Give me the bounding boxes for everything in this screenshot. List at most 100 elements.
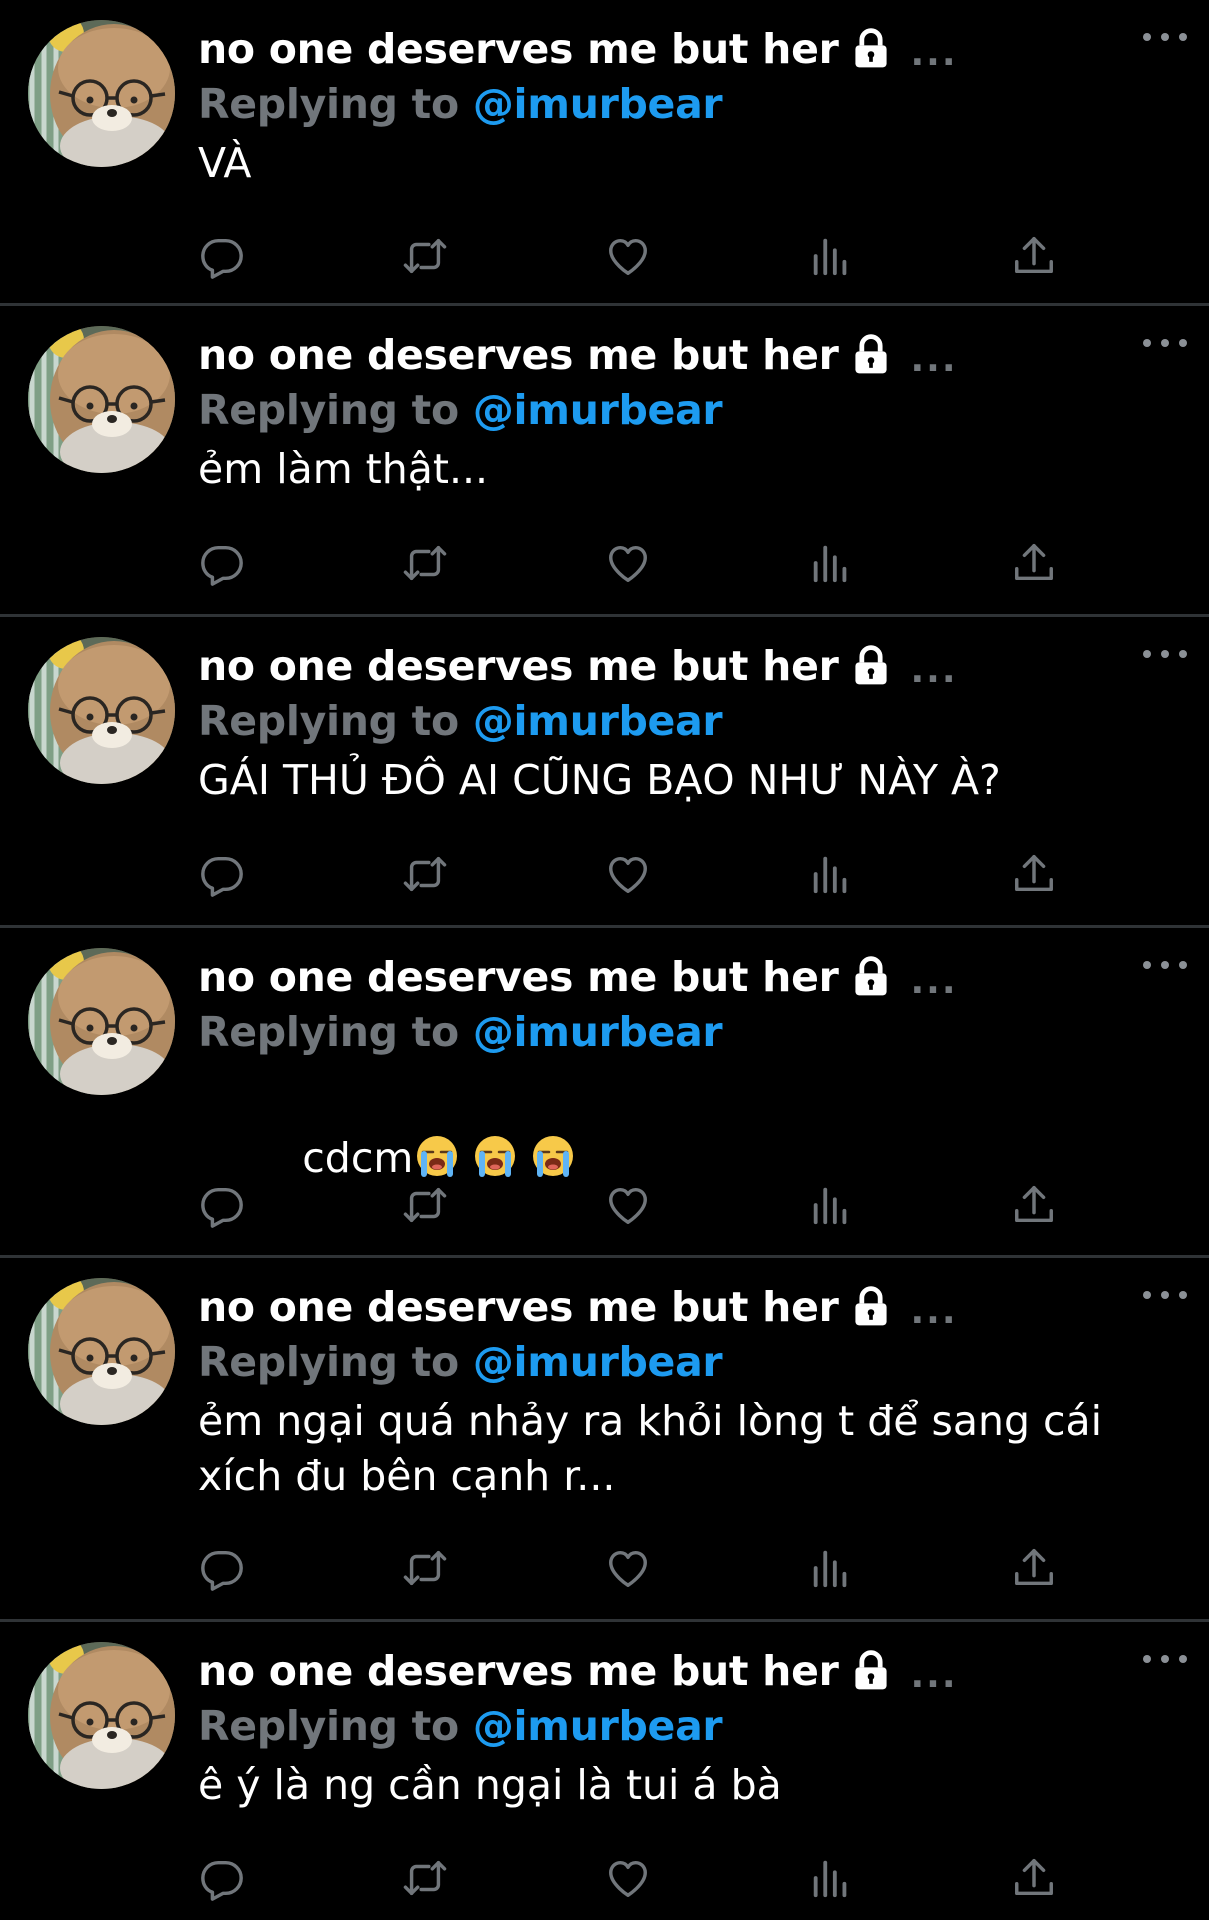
retweet-icon xyxy=(402,1545,448,1591)
tweet[interactable]: no one deserves me but her ... Replying … xyxy=(0,614,1209,925)
display-name[interactable]: no one deserves me but her xyxy=(198,25,839,73)
heart-icon xyxy=(605,1545,651,1591)
share-icon xyxy=(1011,851,1057,897)
loudly-crying-face-icon xyxy=(473,1134,517,1178)
tweet[interactable]: no one deserves me but her ... Replying … xyxy=(0,0,1209,303)
reply-button[interactable] xyxy=(198,850,246,898)
views-button[interactable] xyxy=(807,850,855,898)
tweet[interactable]: no one deserves me but her ... Replying … xyxy=(0,303,1209,614)
avatar[interactable] xyxy=(28,637,175,784)
retweet-button[interactable] xyxy=(401,1544,449,1592)
reply-icon xyxy=(199,233,245,279)
display-name[interactable]: no one deserves me but her xyxy=(198,1647,839,1695)
views-icon xyxy=(808,1182,854,1228)
reply-prefix: Replying to xyxy=(198,1008,459,1056)
like-button[interactable] xyxy=(604,1854,652,1902)
heart-icon xyxy=(605,1855,651,1901)
tweet-header: no one deserves me but her ... xyxy=(198,20,1179,78)
reply-handle-link[interactable]: @imurbear xyxy=(473,697,723,745)
views-button[interactable] xyxy=(807,539,855,587)
tweet-content: no one deserves me but her ... Replying … xyxy=(198,326,1179,497)
like-button[interactable] xyxy=(604,232,652,280)
tweet-actions xyxy=(198,1544,1058,1592)
reply-button[interactable] xyxy=(198,539,246,587)
views-icon xyxy=(808,1855,854,1901)
replying-to: Replying to @imurbear xyxy=(198,1336,1179,1388)
reply-handle-link[interactable]: @imurbear xyxy=(473,1008,723,1056)
retweet-button[interactable] xyxy=(401,850,449,898)
retweet-icon xyxy=(402,1855,448,1901)
lock-icon xyxy=(849,644,893,688)
retweet-icon xyxy=(402,540,448,586)
tweet[interactable]: no one deserves me but her ... Replying … xyxy=(0,1619,1209,1919)
replying-to: Replying to @imurbear xyxy=(198,1006,1179,1058)
display-name[interactable]: no one deserves me but her xyxy=(198,1283,839,1331)
share-button[interactable] xyxy=(1010,1181,1058,1229)
tweet-content: no one deserves me but her ... Replying … xyxy=(198,1642,1179,1813)
handle-ellipsis: ... xyxy=(910,960,958,1002)
reply-prefix: Replying to xyxy=(198,697,459,745)
share-button[interactable] xyxy=(1010,1854,1058,1902)
avatar[interactable] xyxy=(28,326,175,473)
share-button[interactable] xyxy=(1010,850,1058,898)
views-button[interactable] xyxy=(807,1544,855,1592)
avatar[interactable] xyxy=(28,1642,175,1789)
more-icon[interactable] xyxy=(1143,1648,1187,1670)
like-button[interactable] xyxy=(604,539,652,587)
share-icon xyxy=(1011,1182,1057,1228)
reply-button[interactable] xyxy=(198,1544,246,1592)
tweet-header: no one deserves me but her ... xyxy=(198,1642,1179,1700)
reply-handle-link[interactable]: @imurbear xyxy=(473,1702,723,1750)
views-button[interactable] xyxy=(807,232,855,280)
reply-icon xyxy=(199,540,245,586)
tweet-header: no one deserves me but her ... xyxy=(198,326,1179,384)
like-button[interactable] xyxy=(604,1181,652,1229)
views-icon xyxy=(808,540,854,586)
replying-to: Replying to @imurbear xyxy=(198,78,1179,130)
reply-button[interactable] xyxy=(198,232,246,280)
avatar[interactable] xyxy=(28,20,175,167)
more-icon[interactable] xyxy=(1143,954,1187,976)
more-icon[interactable] xyxy=(1143,643,1187,665)
like-button[interactable] xyxy=(604,1544,652,1592)
avatar[interactable] xyxy=(28,948,175,1095)
handle-ellipsis: ... xyxy=(910,1654,958,1696)
like-button[interactable] xyxy=(604,850,652,898)
more-icon[interactable] xyxy=(1143,26,1187,48)
views-icon xyxy=(808,851,854,897)
more-icon[interactable] xyxy=(1143,332,1187,354)
share-button[interactable] xyxy=(1010,539,1058,587)
more-icon[interactable] xyxy=(1143,1284,1187,1306)
tweet[interactable]: no one deserves me but her ... Replying … xyxy=(0,1255,1209,1619)
reply-handle-link[interactable]: @imurbear xyxy=(473,1338,723,1386)
display-name[interactable]: no one deserves me but her xyxy=(198,953,839,1001)
tweet-text: ẻm ngại quá nhảy ra khỏi lòng t để sang … xyxy=(198,1397,1103,1500)
display-name[interactable]: no one deserves me but her xyxy=(198,642,839,690)
tweet[interactable]: no one deserves me but her ... Replying … xyxy=(0,925,1209,1255)
handle-ellipsis: ... xyxy=(910,649,958,691)
avatar[interactable] xyxy=(28,1278,175,1425)
tweet-content: no one deserves me but her ... Replying … xyxy=(198,20,1179,191)
views-button[interactable] xyxy=(807,1181,855,1229)
tweet-text: ê ý là ng cần ngại là tui á bà xyxy=(198,1761,782,1809)
views-icon xyxy=(808,1545,854,1591)
reply-button[interactable] xyxy=(198,1854,246,1902)
reply-icon xyxy=(199,1545,245,1591)
tweet-header: no one deserves me but her ... xyxy=(198,948,1179,1006)
lock-icon xyxy=(849,955,893,999)
retweet-button[interactable] xyxy=(401,1854,449,1902)
tweet-text: ẻm làm thật... xyxy=(198,445,489,493)
retweet-button[interactable] xyxy=(401,539,449,587)
handle-ellipsis: ... xyxy=(910,338,958,380)
reply-handle-link[interactable]: @imurbear xyxy=(473,386,723,434)
retweet-button[interactable] xyxy=(401,232,449,280)
reply-handle-link[interactable]: @imurbear xyxy=(473,80,723,128)
tweet-content: no one deserves me but her ... Replying … xyxy=(198,637,1179,808)
display-name[interactable]: no one deserves me but her xyxy=(198,331,839,379)
views-button[interactable] xyxy=(807,1854,855,1902)
heart-icon xyxy=(605,233,651,279)
retweet-button[interactable] xyxy=(401,1181,449,1229)
share-button[interactable] xyxy=(1010,1544,1058,1592)
share-button[interactable] xyxy=(1010,232,1058,280)
reply-button[interactable] xyxy=(198,1181,246,1229)
